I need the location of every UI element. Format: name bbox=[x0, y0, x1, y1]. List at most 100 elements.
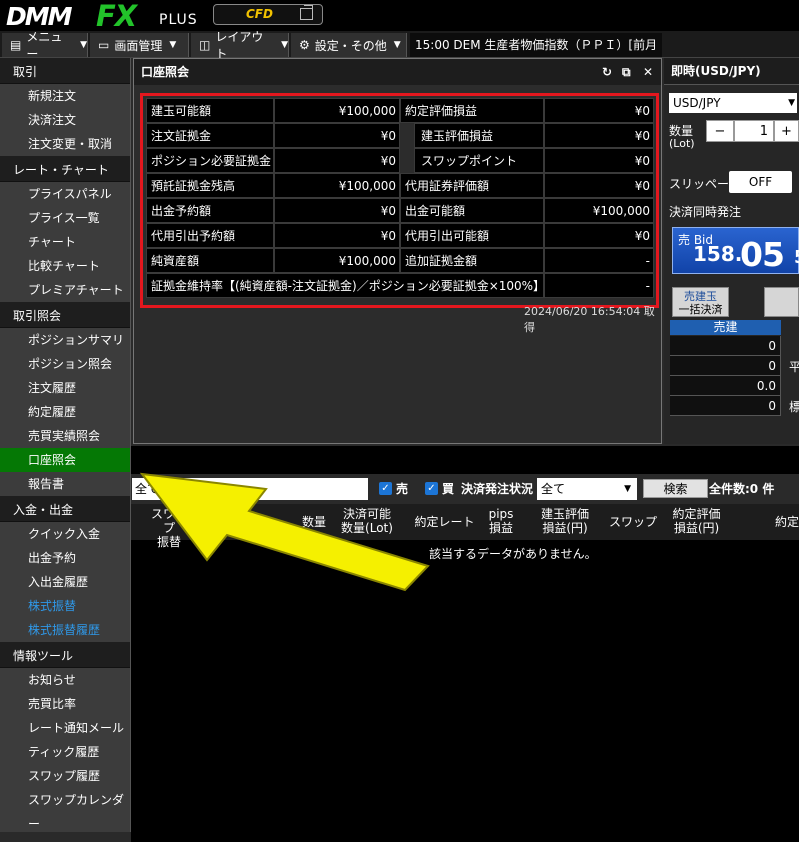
column-header-line1: 約定 bbox=[774, 515, 799, 529]
sidebar-item[interactable]: 株式振替履歴 bbox=[0, 618, 130, 642]
qty-unit: (Lot) bbox=[669, 137, 695, 150]
close-status-value: 全て bbox=[541, 482, 566, 496]
sidebar-item[interactable]: 売買実績照会 bbox=[0, 424, 130, 448]
sell-value-3: 0 bbox=[670, 396, 781, 416]
cfd-label: CFD bbox=[246, 7, 273, 21]
qty-minus-button[interactable]: − bbox=[706, 120, 734, 142]
sidebar-section-header: レート・チャート bbox=[0, 156, 130, 182]
bulk-close-sell-button[interactable]: 売建玉 一括決済 bbox=[672, 287, 729, 317]
sidebar-item[interactable]: プライス一覧 bbox=[0, 206, 130, 230]
column-header-line2: 振替 bbox=[156, 535, 181, 549]
sidebar-item[interactable]: プレミアチャート bbox=[0, 278, 130, 302]
sidebar-item[interactable]: クイック入金 bbox=[0, 522, 130, 546]
gear-icon: ⚙ bbox=[299, 38, 310, 52]
column-header-line1: pips bbox=[488, 507, 514, 521]
monitor-icon: ▭ bbox=[98, 38, 110, 52]
menu-list-icon: ▤ bbox=[10, 38, 22, 52]
buy-checkbox[interactable]: ✓ bbox=[425, 482, 438, 495]
sidebar-item[interactable]: ポジション照会 bbox=[0, 352, 130, 376]
chevron-down-icon: ▼ bbox=[80, 40, 87, 50]
sidebar-item[interactable]: レート通知メール bbox=[0, 716, 130, 740]
column-header[interactable]: 約定レート bbox=[407, 515, 482, 529]
bulk-close-line1: 売建玉 bbox=[684, 290, 717, 303]
account-inquiry-window: 口座照会 ↻ ⧉ ✕ 建玉可能額 ¥100,000 約定評価損益 ¥0 注文証拠金 ¥0 建… bbox=[133, 58, 662, 444]
settings-button[interactable]: ⚙ 設定・その他 ▼ bbox=[291, 33, 407, 57]
news-ticker[interactable]: 15:00 DEM 生産者物価指数（ＰＰＩ）[前月 bbox=[410, 33, 662, 57]
column-header[interactable]: 約定評価 損益(円) bbox=[659, 507, 734, 535]
qty-plus-button[interactable]: + bbox=[774, 120, 799, 142]
column-header-line1: 数量 bbox=[301, 515, 326, 529]
close-simul-label: 決済同時発注 bbox=[669, 205, 742, 219]
sidebar-item[interactable]: 報告書 bbox=[0, 472, 130, 496]
order-panel: 即時(USD/JPY) USD/JPY ▼ 数量 (Lot) − 1 + スリッ… bbox=[664, 58, 799, 444]
sell-value-2: 0.0 bbox=[670, 376, 781, 396]
column-header[interactable]: 建玉評価 損益(円) bbox=[532, 507, 598, 535]
sidebar-item[interactable]: 口座照会 bbox=[0, 448, 130, 472]
refresh-icon[interactable]: ↻ bbox=[602, 59, 612, 85]
restore-window-icon[interactable]: ⧉ bbox=[622, 59, 631, 85]
layout-button[interactable]: ◫ レイアウト ▼ bbox=[191, 30, 289, 61]
sidebar-item[interactable]: 出金予約 bbox=[0, 546, 130, 570]
sidebar-item[interactable]: 売買比率 bbox=[0, 692, 130, 716]
sidebar-item[interactable]: ポジションサマリ bbox=[0, 328, 130, 352]
symbol-filter-input[interactable]: 全ての bbox=[132, 478, 368, 500]
column-header[interactable]: 数量 bbox=[299, 515, 329, 529]
sidebar-item[interactable]: スワップ履歴 bbox=[0, 764, 130, 788]
sell-checkbox[interactable]: ✓ bbox=[379, 482, 392, 495]
column-header-line1: 通 bbox=[200, 515, 213, 529]
sidebar-item[interactable]: ティック履歴 bbox=[0, 740, 130, 764]
position-list-panel: 全ての ✓ 売 ✓ 買 決済発注状況 全て ▼ 検索 全件数:0 件 スワップ振… bbox=[131, 446, 799, 842]
column-header[interactable]: 決済可能 数量(Lot) bbox=[339, 507, 395, 535]
position-table-header: スワップ 振替通数量 決済可能 数量(Lot) 約定レート pips 損益 建玉評価 損益(円)… bbox=[131, 504, 799, 549]
plus-logo: PLUS bbox=[159, 12, 198, 28]
sidebar-item[interactable]: 株式振替 bbox=[0, 594, 130, 618]
qty-input[interactable]: 1 bbox=[734, 120, 774, 142]
close-icon[interactable]: ✕ bbox=[643, 59, 653, 85]
column-header-line1: 約定評価 bbox=[672, 507, 721, 521]
sidebar-item[interactable]: 注文履歴 bbox=[0, 376, 130, 400]
column-header-line2: 数量(Lot) bbox=[341, 521, 393, 535]
switch-window-icon bbox=[300, 5, 313, 20]
bulk-close-line2: 一括決済 bbox=[678, 303, 723, 316]
currency-pair-select[interactable]: USD/JPY ▼ bbox=[669, 93, 797, 113]
sidebar-item[interactable]: 入出金履歴 bbox=[0, 570, 130, 594]
currency-pair-value: USD/JPY bbox=[673, 96, 721, 110]
fx-logo: FX bbox=[96, 0, 137, 33]
sidebar-section-header: 取引 bbox=[0, 58, 130, 84]
sidebar-item[interactable]: プライスパネル bbox=[0, 182, 130, 206]
column-header[interactable]: スワップ bbox=[608, 515, 658, 529]
sell-value-1: 0 bbox=[670, 356, 781, 376]
column-header-line1: スワップ bbox=[150, 507, 187, 535]
sidebar-section-header: 情報ツール bbox=[0, 642, 130, 668]
sell-bid-button[interactable]: 売 Bid 158. 05 5 bbox=[672, 227, 799, 274]
sidebar-item[interactable]: スワップカレンダー bbox=[0, 788, 130, 831]
column-header[interactable]: 通 bbox=[197, 515, 217, 529]
bulk-close-buy-button[interactable] bbox=[764, 287, 799, 317]
sidebar-item[interactable]: 新規注文 bbox=[0, 84, 130, 108]
bid-price-main: 05 bbox=[740, 235, 785, 274]
column-header[interactable]: pips 損益 bbox=[486, 507, 516, 535]
sell-position-header: 売建 bbox=[670, 320, 781, 335]
column-header[interactable]: 約定 bbox=[767, 515, 799, 529]
sidebar-item[interactable]: 注文変更・取消 bbox=[0, 132, 130, 156]
search-button[interactable]: 検索 bbox=[643, 479, 708, 498]
filter-bar: 全ての ✓ 売 ✓ 買 決済発注状況 全て ▼ 検索 全件数:0 件 bbox=[131, 474, 799, 504]
close-status-select[interactable]: 全て ▼ bbox=[537, 478, 637, 500]
sidebar-item[interactable]: 決済注文 bbox=[0, 108, 130, 132]
dmm-logo: DMM bbox=[6, 2, 73, 31]
bid-price-fraction: 5 bbox=[794, 247, 799, 268]
sidebar-item[interactable]: チャート bbox=[0, 230, 130, 254]
close-status-label: 決済発注状況 bbox=[461, 482, 534, 496]
menu-button[interactable]: ▤ メニュー ▼ bbox=[2, 30, 88, 61]
sidebar-menu: 取引 新規注文 決済注文 注文変更・取消 レート・チャート プライスパネル プライス一覧 チャ… bbox=[0, 58, 131, 832]
sidebar-item[interactable]: 比較チャート bbox=[0, 254, 130, 278]
slippage-toggle[interactable]: OFF bbox=[729, 171, 792, 193]
chevron-down-icon: ▼ bbox=[169, 40, 177, 50]
sidebar-item[interactable]: 約定履歴 bbox=[0, 400, 130, 424]
sidebar-item[interactable]: お知らせ bbox=[0, 668, 130, 692]
chevron-down-icon: ▼ bbox=[393, 40, 401, 50]
order-panel-title: 即時(USD/JPY) bbox=[664, 58, 799, 85]
screen-manage-button[interactable]: ▭ 画面管理 ▼ bbox=[90, 33, 189, 57]
cfd-switch-button[interactable]: CFD bbox=[213, 4, 323, 25]
column-header[interactable]: スワップ 振替 bbox=[149, 507, 189, 549]
